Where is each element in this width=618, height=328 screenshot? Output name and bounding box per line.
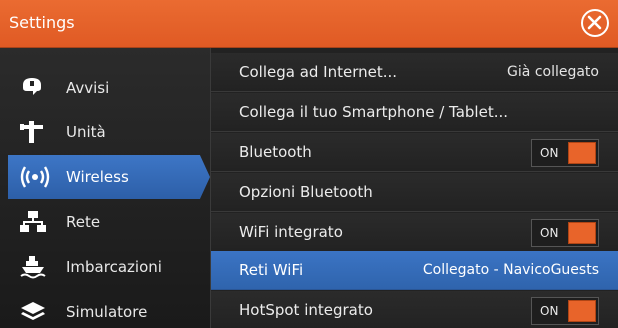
sidebar-item-label: Unità	[66, 123, 106, 141]
settings-sidebar: Avvisi Unità Wireless Rete Imbarcazioni …	[0, 48, 210, 328]
row-bluetooth[interactable]: Bluetooth ON	[211, 133, 618, 172]
row-label: WiFi integrato	[239, 223, 343, 241]
sidebar-item-wireless[interactable]: Wireless	[8, 155, 210, 199]
units-icon	[20, 120, 46, 144]
settings-content: Collega ad Internet... Già collegato Col…	[210, 48, 618, 328]
speaker-alert-icon	[20, 76, 46, 100]
row-bluetooth-options[interactable]: Opzioni Bluetooth	[211, 173, 618, 212]
toggle-state: ON	[540, 226, 559, 240]
toggle-knob	[568, 222, 596, 244]
sidebar-item-label: Imbarcazioni	[66, 258, 162, 276]
row-value: Già collegato	[507, 64, 599, 80]
row-label: HotSpot integrato	[239, 301, 373, 319]
sidebar-item-unita[interactable]: Unità	[0, 110, 210, 154]
row-label: Collega il tuo Smartphone / Tablet...	[239, 103, 509, 121]
row-value: Collegato - NavicoGuests	[422, 262, 599, 278]
wireless-icon	[20, 165, 50, 189]
layers-icon	[20, 300, 46, 324]
sidebar-item-avvisi[interactable]: Avvisi	[0, 66, 210, 110]
window-title: Settings	[9, 13, 75, 32]
sidebar-item-simulatore[interactable]: Simulatore	[0, 290, 210, 328]
toggle-knob	[568, 300, 596, 322]
sidebar-item-rete[interactable]: Rete	[0, 200, 210, 244]
row-connect-smartphone[interactable]: Collega il tuo Smartphone / Tablet...	[211, 93, 618, 132]
wifi-toggle[interactable]: ON	[531, 219, 599, 247]
row-hotspot[interactable]: HotSpot integrato ON	[211, 291, 618, 328]
row-wifi-networks[interactable]: Reti WiFi Collegato - NavicoGuests	[211, 251, 618, 290]
settings-window: Settings Avvisi Unità Wireless Rete Imba…	[0, 0, 618, 328]
close-button[interactable]	[581, 9, 609, 37]
sidebar-item-label: Rete	[66, 213, 101, 231]
row-label: Bluetooth	[239, 143, 312, 161]
close-icon	[587, 15, 602, 30]
sidebar-item-imbarcazioni[interactable]: Imbarcazioni	[0, 245, 210, 289]
sidebar-item-label: Simulatore	[66, 303, 148, 321]
toggle-state: ON	[540, 304, 559, 318]
vessel-icon	[20, 255, 46, 279]
toggle-knob	[568, 142, 596, 164]
row-label: Collega ad Internet...	[239, 63, 398, 81]
row-wifi-integrated[interactable]: WiFi integrato ON	[211, 213, 618, 252]
toggle-state: ON	[540, 146, 559, 160]
sidebar-item-label: Avvisi	[66, 79, 110, 97]
sidebar-item-label: Wireless	[66, 168, 129, 186]
row-label: Reti WiFi	[239, 261, 304, 279]
network-icon	[20, 210, 46, 234]
hotspot-toggle[interactable]: ON	[531, 297, 599, 325]
row-label: Opzioni Bluetooth	[239, 183, 373, 201]
row-connect-internet[interactable]: Collega ad Internet... Già collegato	[211, 53, 618, 92]
title-bar: Settings	[0, 0, 618, 48]
bluetooth-toggle[interactable]: ON	[531, 139, 599, 167]
